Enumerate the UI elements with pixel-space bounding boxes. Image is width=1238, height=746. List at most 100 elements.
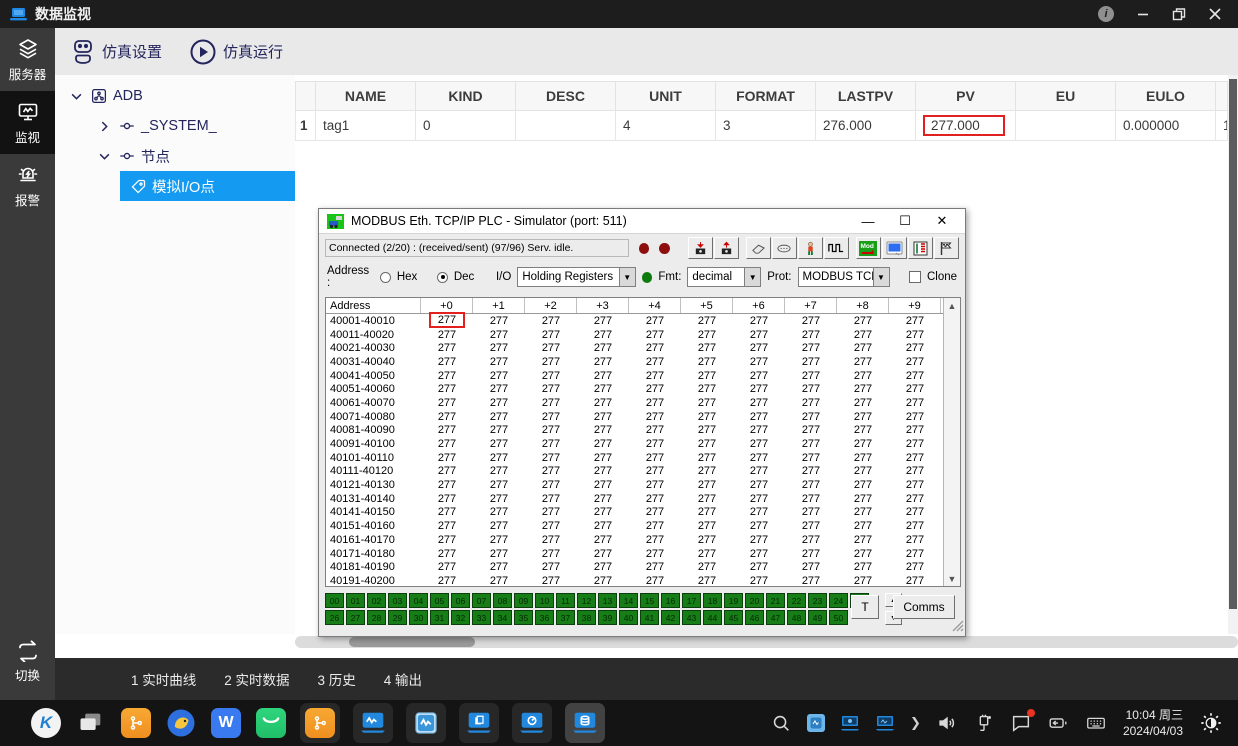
register-cell[interactable]: 277 [421, 548, 473, 560]
register-cell[interactable]: 277 [473, 397, 525, 409]
station-led-41[interactable]: 41 [640, 610, 659, 625]
info-button[interactable]: i [1098, 6, 1114, 22]
register-cell[interactable]: 277 [837, 479, 889, 491]
station-led-05[interactable]: 05 [430, 593, 449, 608]
station-led-15[interactable]: 15 [640, 593, 659, 608]
station-led-00[interactable]: 00 [325, 593, 344, 608]
search-icon[interactable] [770, 712, 792, 734]
cell-LASTPV[interactable]: 276.000 [816, 111, 916, 141]
station-led-47[interactable]: 47 [766, 610, 785, 625]
register-cell[interactable]: 277 [629, 397, 681, 409]
register-cell[interactable]: 277 [473, 315, 525, 327]
scroll-down-icon[interactable]: ▼ [945, 571, 960, 586]
register-cell[interactable]: 277 [421, 520, 473, 532]
volume-icon[interactable] [936, 712, 958, 734]
station-led-42[interactable]: 42 [661, 610, 680, 625]
minimize-button[interactable] [1136, 7, 1150, 21]
window-switcher-icon[interactable] [75, 707, 107, 739]
station-led-18[interactable]: 18 [703, 593, 722, 608]
register-cell[interactable]: 277 [837, 383, 889, 395]
register-cell[interactable]: 277 [785, 315, 837, 327]
register-cell[interactable]: 277 [577, 370, 629, 382]
station-led-37[interactable]: 37 [556, 610, 575, 625]
register-cell[interactable]: 277 [577, 452, 629, 464]
register-cell[interactable]: 277 [473, 383, 525, 395]
register-cell[interactable]: 277 [421, 506, 473, 518]
station-led-31[interactable]: 31 [430, 610, 449, 625]
register-cell[interactable]: 277 [681, 506, 733, 518]
register-cell[interactable]: 277 [421, 313, 473, 328]
comms-button[interactable]: Comms [893, 595, 955, 619]
register-cell[interactable]: 277 [837, 493, 889, 505]
register-cell[interactable]: 277 [785, 356, 837, 368]
wps-icon[interactable]: W [210, 707, 242, 739]
register-cell[interactable]: 277 [525, 561, 577, 573]
cell-KIND[interactable]: 0 [416, 111, 516, 141]
git-orange-tile[interactable] [300, 703, 340, 743]
register-cell[interactable]: 277 [577, 342, 629, 354]
station-led-06[interactable]: 06 [451, 593, 470, 608]
register-cell[interactable]: 277 [733, 424, 785, 436]
register-cell[interactable]: 277 [473, 520, 525, 532]
register-cell[interactable]: 277 [525, 411, 577, 423]
user-button[interactable] [798, 237, 823, 259]
register-cell[interactable]: 277 [525, 548, 577, 560]
register-cell[interactable]: 277 [837, 342, 889, 354]
register-cell[interactable]: 277 [785, 465, 837, 477]
register-cell[interactable]: 277 [681, 397, 733, 409]
register-cell[interactable]: 277 [889, 561, 941, 573]
station-led-04[interactable]: 04 [409, 593, 428, 608]
register-cell[interactable]: 277 [681, 575, 733, 586]
station-led-40[interactable]: 40 [619, 610, 638, 625]
register-cell[interactable]: 277 [785, 342, 837, 354]
register-cell[interactable]: 277 [525, 493, 577, 505]
register-cell[interactable]: 277 [473, 370, 525, 382]
register-cell[interactable]: 277 [889, 370, 941, 382]
register-cell[interactable]: 277 [681, 356, 733, 368]
register-cell[interactable]: 277 [629, 315, 681, 327]
station-led-44[interactable]: 44 [703, 610, 722, 625]
station-led-19[interactable]: 19 [724, 593, 743, 608]
station-led-01[interactable]: 01 [346, 593, 365, 608]
modbus-maximize-button[interactable]: ☐ [890, 213, 920, 229]
laptop-gauge-tile[interactable] [512, 703, 552, 743]
register-cell[interactable]: 277 [473, 342, 525, 354]
register-cell[interactable]: 277 [473, 411, 525, 423]
register-cell[interactable]: 277 [525, 465, 577, 477]
station-led-26[interactable]: 26 [325, 610, 344, 625]
station-led-50[interactable]: 50 [829, 610, 848, 625]
register-cell[interactable]: 277 [889, 520, 941, 532]
register-cell[interactable]: 277 [889, 575, 941, 586]
register-cell[interactable]: 277 [889, 534, 941, 546]
register-cell[interactable]: 277 [837, 520, 889, 532]
register-cell[interactable]: 277 [837, 370, 889, 382]
station-led-10[interactable]: 10 [535, 593, 554, 608]
io-select[interactable]: Holding Registers▼ [517, 267, 635, 287]
register-cell[interactable]: 277 [473, 493, 525, 505]
register-cell[interactable]: 277 [681, 342, 733, 354]
register-cell[interactable]: 277 [733, 493, 785, 505]
resize-grip[interactable] [952, 620, 964, 635]
register-cell[interactable]: 277 [577, 424, 629, 436]
modbus-minimize-button[interactable]: — [853, 214, 883, 229]
register-cell[interactable]: 277 [629, 506, 681, 518]
expander-down-icon[interactable] [65, 89, 87, 104]
register-cell[interactable]: 277 [525, 383, 577, 395]
register-cell[interactable]: 277 [525, 424, 577, 436]
expand-icon[interactable]: ❯ [910, 715, 921, 731]
register-cell[interactable]: 277 [629, 534, 681, 546]
register-cell[interactable]: 277 [889, 315, 941, 327]
cell-EULO[interactable]: 0.000000 [1116, 111, 1216, 141]
register-cell[interactable]: 277 [577, 575, 629, 586]
register-cell[interactable]: 277 [525, 329, 577, 341]
laptop-doc-tile[interactable] [459, 703, 499, 743]
register-cell[interactable]: 277 [733, 520, 785, 532]
register-cell[interactable]: 277 [837, 575, 889, 586]
station-led-11[interactable]: 11 [556, 593, 575, 608]
register-cell[interactable]: 277 [629, 356, 681, 368]
register-cell[interactable]: 277 [733, 479, 785, 491]
prot-select[interactable]: MODBUS TCP▼ [798, 267, 890, 287]
grid-scrollbar[interactable]: ▲ ▼ [943, 298, 960, 586]
station-led-27[interactable]: 27 [346, 610, 365, 625]
register-cell[interactable]: 277 [837, 424, 889, 436]
